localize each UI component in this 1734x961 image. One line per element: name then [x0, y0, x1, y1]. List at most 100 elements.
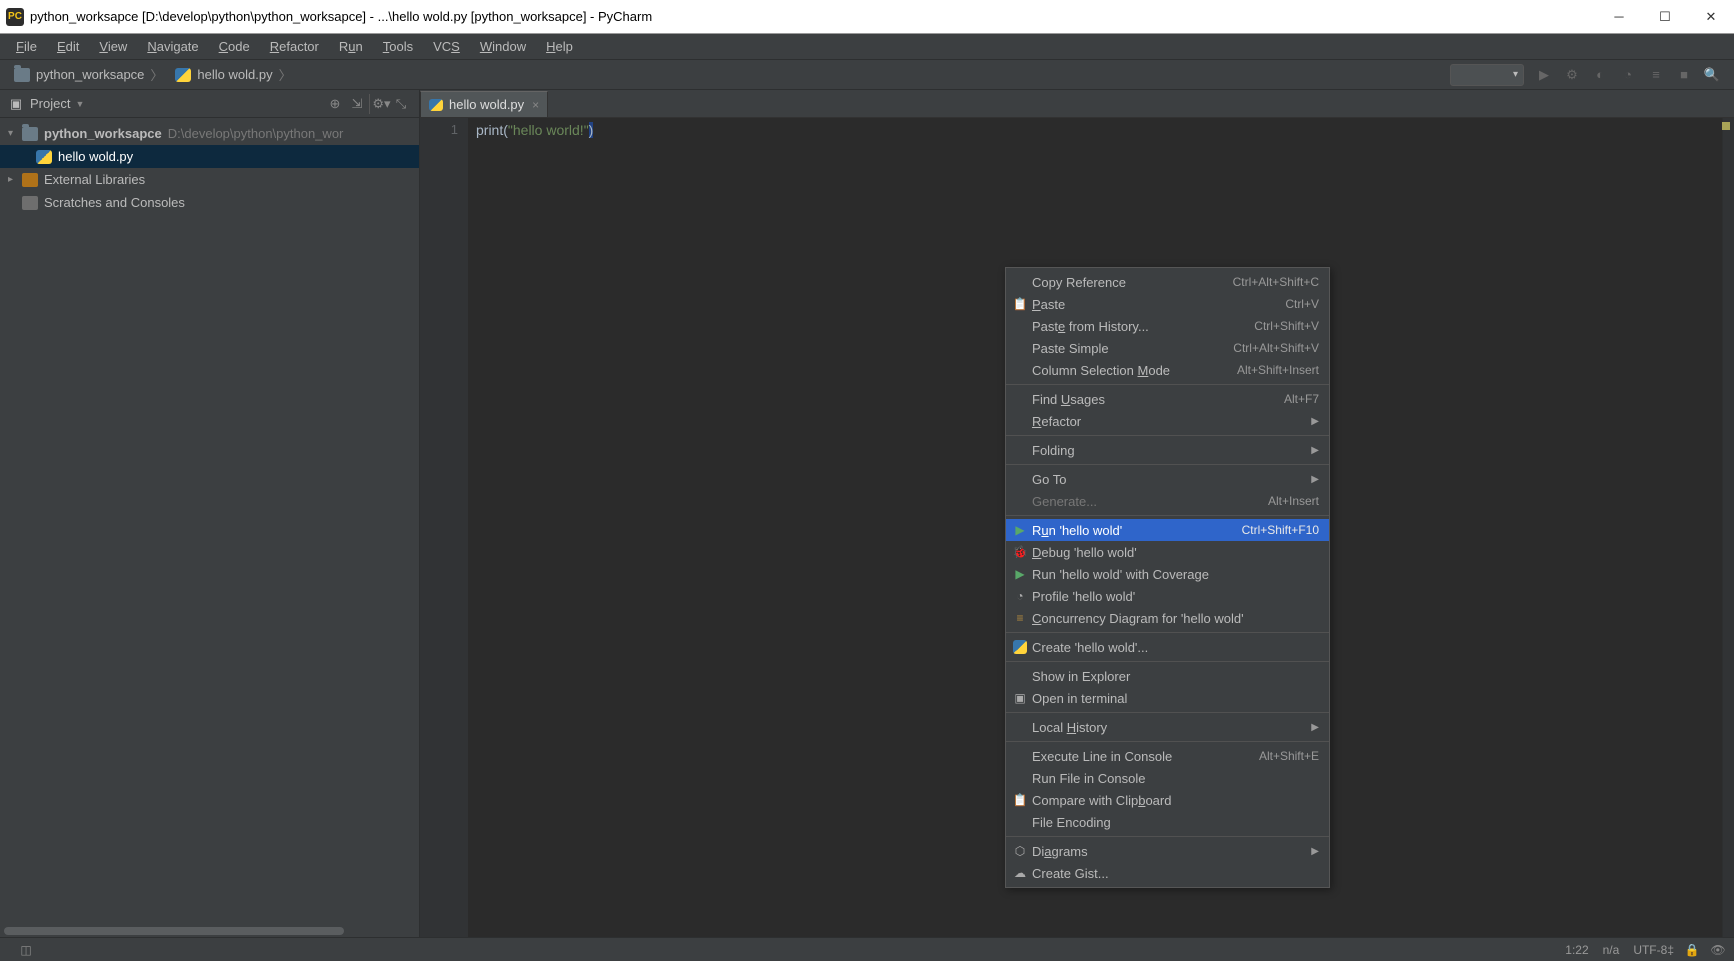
- inspection-indicator-icon[interactable]: [1722, 122, 1730, 130]
- sidebar-horizontal-scrollbar[interactable]: [0, 927, 419, 937]
- context-menu-item-label: Concurrency Diagram for 'hello wold': [1032, 611, 1319, 626]
- code-token-function: print: [476, 122, 503, 138]
- context-menu-item-label: Diagrams: [1032, 844, 1311, 859]
- editor-error-stripe[interactable]: [1722, 118, 1734, 937]
- context-menu-item-paste-from-history[interactable]: Paste from History...Ctrl+Shift+V: [1006, 315, 1329, 337]
- context-menu-item-folding[interactable]: Folding▶: [1006, 439, 1329, 461]
- concurrency-button-icon[interactable]: ≡: [1645, 64, 1667, 86]
- context-menu-item-label: Column Selection Mode: [1032, 363, 1227, 378]
- context-menu-item-run-hello-wold[interactable]: ▶Run 'hello wold'Ctrl+Shift+F10: [1006, 519, 1329, 541]
- navigation-toolbar: python_worksapce 〉 hello wold.py 〉 ▾ ▶ ⚙…: [0, 60, 1734, 90]
- tool-windows-toggle-icon[interactable]: ◫: [18, 942, 34, 958]
- blank-icon: [1010, 391, 1030, 407]
- menu-view[interactable]: View: [89, 37, 137, 56]
- blank-icon: [1010, 770, 1030, 786]
- menu-refactor[interactable]: Refactor: [260, 37, 329, 56]
- window-maximize-button[interactable]: ☐: [1642, 1, 1688, 33]
- menu-help[interactable]: Help: [536, 37, 583, 56]
- hide-panel-icon[interactable]: ⤡: [391, 94, 411, 114]
- context-menu-item-label: Create 'hello wold'...: [1032, 640, 1319, 655]
- context-menu-item-concurrency-diagram-for-hello-wold[interactable]: ≡Concurrency Diagram for 'hello wold': [1006, 607, 1329, 629]
- tree-file-node[interactable]: hello wold.py: [0, 145, 419, 168]
- context-menu-item-paste[interactable]: 📋PasteCtrl+V: [1006, 293, 1329, 315]
- bug-icon: 🐞: [1010, 544, 1030, 560]
- submenu-arrow-icon: ▶: [1311, 846, 1319, 857]
- context-menu-separator: [1006, 836, 1329, 837]
- context-menu-item-debug-hello-wold[interactable]: 🐞Debug 'hello wold': [1006, 541, 1329, 563]
- breadcrumb-file-label: hello wold.py: [197, 67, 272, 82]
- insert-mode[interactable]: n/a: [1603, 943, 1620, 957]
- tree-root-node[interactable]: ▾ python_worksapce D:\develop\python\pyt…: [0, 122, 419, 145]
- profile-button-icon[interactable]: ◔: [1617, 64, 1639, 86]
- tree-scratches-label: Scratches and Consoles: [44, 195, 185, 210]
- context-menu-item-compare-with-clipboard[interactable]: 📋Compare with Clipboard: [1006, 789, 1329, 811]
- caret-position[interactable]: 1:22: [1565, 943, 1588, 957]
- context-menu-item-column-selection-mode[interactable]: Column Selection ModeAlt+Shift+Insert: [1006, 359, 1329, 381]
- context-menu-item-go-to[interactable]: Go To▶: [1006, 468, 1329, 490]
- context-menu-item-local-history[interactable]: Local History▶: [1006, 716, 1329, 738]
- project-view-chevron-icon[interactable]: ▼: [75, 99, 84, 109]
- window-minimize-button[interactable]: ─: [1596, 1, 1642, 33]
- menu-window[interactable]: Window: [470, 37, 536, 56]
- breadcrumb-separator: 〉: [279, 65, 292, 84]
- context-menu-item-create-hello-wold[interactable]: Create 'hello wold'...: [1006, 636, 1329, 658]
- tree-root-label: python_worksapce: [44, 126, 162, 141]
- project-tree[interactable]: ▾ python_worksapce D:\develop\python\pyt…: [0, 118, 419, 927]
- window-titlebar: PC python_worksapce [D:\develop\python\p…: [0, 0, 1734, 34]
- context-menu-item-run-hello-wold-with-coverage[interactable]: ▶Run 'hello wold' with Coverage: [1006, 563, 1329, 585]
- tree-scratches[interactable]: Scratches and Consoles: [0, 191, 419, 214]
- context-menu-item-paste-simple[interactable]: Paste SimpleCtrl+Alt+Shift+V: [1006, 337, 1329, 359]
- context-menu-shortcut: Alt+Shift+E: [1259, 749, 1319, 763]
- inspections-eye-icon[interactable]: 👁: [1710, 942, 1726, 958]
- editor-tab-label: hello wold.py: [449, 97, 524, 112]
- menu-code[interactable]: Code: [209, 37, 260, 56]
- breadcrumb-root[interactable]: python_worksapce 〉: [8, 65, 169, 84]
- context-menu-separator: [1006, 515, 1329, 516]
- context-menu-item-open-in-terminal[interactable]: ▣Open in terminal: [1006, 687, 1329, 709]
- scroll-from-source-icon[interactable]: ⊕: [325, 94, 345, 114]
- context-menu-item-find-usages[interactable]: Find UsagesAlt+F7: [1006, 388, 1329, 410]
- context-menu-item-run-file-in-console[interactable]: Run File in Console: [1006, 767, 1329, 789]
- blank-icon: [1010, 442, 1030, 458]
- menu-navigate[interactable]: Navigate: [137, 37, 208, 56]
- coverage-button-icon[interactable]: ◐: [1589, 64, 1611, 86]
- file-encoding[interactable]: UTF-8‡: [1633, 943, 1674, 957]
- stop-button-icon[interactable]: ■: [1673, 64, 1695, 86]
- context-menu-item-label: Paste: [1032, 297, 1275, 312]
- debug-button-icon[interactable]: ⚙: [1561, 64, 1583, 86]
- context-menu-item-file-encoding[interactable]: File Encoding: [1006, 811, 1329, 833]
- expand-arrow-icon[interactable]: ▾: [8, 128, 22, 139]
- py-icon: [1013, 640, 1027, 654]
- menu-vcs[interactable]: VCS: [423, 37, 470, 56]
- blank-icon: [1010, 471, 1030, 487]
- close-tab-icon[interactable]: ×: [532, 98, 539, 112]
- blank-icon: [1010, 748, 1030, 764]
- context-menu-item-execute-line-in-console[interactable]: Execute Line in ConsoleAlt+Shift+E: [1006, 745, 1329, 767]
- window-close-button[interactable]: ✕: [1688, 1, 1734, 33]
- settings-gear-icon[interactable]: ⚙▾: [369, 94, 389, 114]
- blank-icon: [1010, 340, 1030, 356]
- menu-edit[interactable]: Edit: [47, 37, 89, 56]
- context-menu-item-label: Paste Simple: [1032, 341, 1223, 356]
- editor-tab[interactable]: hello wold.py ×: [420, 91, 548, 117]
- menu-file[interactable]: File: [6, 37, 47, 56]
- run-button-icon[interactable]: ▶: [1533, 64, 1555, 86]
- collapse-all-icon[interactable]: ⇲: [347, 94, 367, 114]
- context-menu-item-profile-hello-wold[interactable]: ◔Profile 'hello wold': [1006, 585, 1329, 607]
- lock-icon[interactable]: 🔒: [1684, 942, 1700, 958]
- context-menu-item-show-in-explorer[interactable]: Show in Explorer: [1006, 665, 1329, 687]
- blank-icon: [1010, 318, 1030, 334]
- scrollbar-thumb[interactable]: [4, 927, 344, 935]
- tree-external-libs[interactable]: ▸ External Libraries: [0, 168, 419, 191]
- context-menu-item-create-gist[interactable]: ☁Create Gist...: [1006, 862, 1329, 884]
- run-config-selector[interactable]: ▾: [1450, 64, 1524, 86]
- context-menu-item-copy-reference[interactable]: Copy ReferenceCtrl+Alt+Shift+C: [1006, 271, 1329, 293]
- breadcrumb-file[interactable]: hello wold.py 〉: [169, 65, 297, 84]
- search-everywhere-icon[interactable]: 🔍: [1701, 64, 1723, 86]
- context-menu-shortcut: Ctrl+Alt+Shift+C: [1233, 275, 1319, 289]
- context-menu-item-refactor[interactable]: Refactor▶: [1006, 410, 1329, 432]
- menu-tools[interactable]: Tools: [373, 37, 423, 56]
- context-menu-item-diagrams[interactable]: ⬡Diagrams▶: [1006, 840, 1329, 862]
- expand-arrow-icon[interactable]: ▸: [8, 174, 22, 185]
- menu-run[interactable]: Run: [329, 37, 373, 56]
